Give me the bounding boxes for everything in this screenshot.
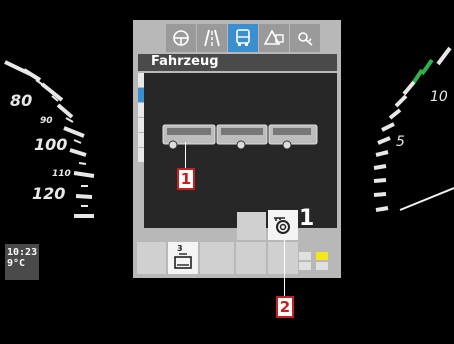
speed-label-100: 100 — [34, 135, 68, 154]
status-slot — [137, 242, 166, 274]
gearbox-status-slot: 3 — [168, 242, 198, 274]
key-icon — [274, 217, 290, 234]
speed-label-80: 80 — [10, 91, 33, 110]
indicator-cell — [299, 262, 311, 270]
tab-warnings[interactable] — [259, 24, 289, 52]
tab-navigation[interactable] — [197, 24, 227, 52]
rpm-label-5: 5 — [396, 134, 405, 150]
callout-2-line — [284, 240, 285, 298]
road-icon — [204, 29, 220, 47]
indicator-cell — [299, 252, 311, 260]
speed-label-110: 110 — [52, 169, 71, 179]
status-slot — [200, 242, 234, 274]
page-title: Fahrzeug — [151, 54, 219, 69]
tab-settings[interactable] — [290, 24, 320, 52]
bus-icon — [236, 29, 250, 46]
tachometer-dial — [373, 46, 454, 212]
menu-title-bar: Fahrzeug — [138, 54, 337, 71]
callout-2: 2 — [276, 296, 294, 318]
status-slot — [237, 212, 266, 240]
status-slot — [268, 242, 298, 274]
tab-trip[interactable] — [166, 24, 196, 52]
multifunction-display: Fahrzeug 1 3 — [133, 20, 341, 278]
indicator-cell-active — [316, 252, 328, 260]
indicator-cell — [316, 262, 328, 270]
speed-label-120: 120 — [32, 184, 66, 203]
speed-label-90: 90 — [40, 116, 53, 126]
outside-temperature: 9°C — [7, 257, 26, 269]
instrument-cluster: 80 90 100 110 120 10:23 9°C 10 5 Fahrzeu… — [0, 0, 454, 344]
steering-wheel-icon — [173, 30, 189, 46]
status-slot — [236, 242, 266, 274]
clock-temperature-display: 10:23 9°C — [5, 244, 39, 280]
retarder-icon — [174, 253, 192, 269]
vehicle-status-area — [144, 73, 337, 228]
rpm-label-10: 10 — [430, 89, 448, 105]
clock-time: 10:23 — [7, 247, 38, 258]
callout-1: 1 — [177, 168, 195, 190]
tachometer-needle — [399, 187, 454, 211]
menu-tabs — [166, 24, 320, 52]
key-status-box — [268, 210, 298, 240]
tab-vehicle[interactable] — [228, 24, 258, 52]
settings-icon — [298, 32, 313, 46]
key-count: 1 — [299, 206, 315, 231]
speedometer-dial — [4, 60, 95, 218]
callout-1-line — [185, 142, 186, 168]
warning-icon — [264, 29, 284, 45]
